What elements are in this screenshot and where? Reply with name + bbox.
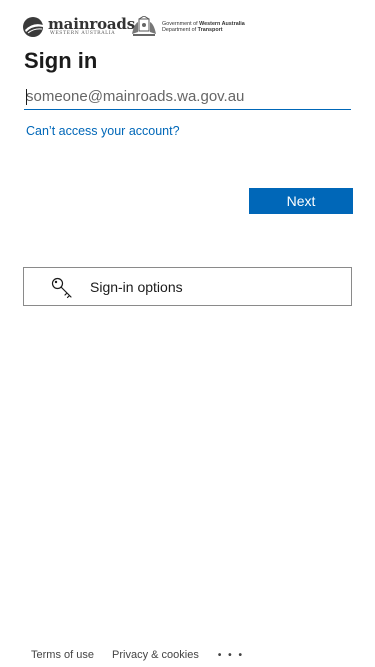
mainroads-wordmark: mainroads bbox=[48, 15, 135, 33]
dept-transport-text: Department of Transport bbox=[162, 27, 223, 33]
gov-line2-bold: Transport bbox=[197, 27, 223, 33]
signin-options-button[interactable]: Sign-in options bbox=[23, 267, 352, 306]
page-title: Sign in bbox=[24, 48, 98, 73]
mainroads-subtitle: WESTERN AUSTRALIA bbox=[50, 31, 116, 36]
email-input[interactable] bbox=[24, 84, 351, 110]
text-caret bbox=[26, 89, 27, 105]
more-options-button[interactable]: • • • bbox=[218, 650, 244, 661]
footer: Terms of use Privacy & cookies • • • bbox=[31, 649, 244, 661]
signin-options-label: Sign-in options bbox=[90, 279, 183, 295]
next-button[interactable]: Next bbox=[249, 188, 353, 214]
key-icon bbox=[51, 277, 72, 299]
mainroads-logo: mainroads WESTERN AUSTRALIA bbox=[22, 16, 135, 40]
gov-line2-prefix: Department of bbox=[162, 27, 198, 33]
terms-of-use-link[interactable]: Terms of use bbox=[31, 649, 94, 661]
header-logos: mainroads WESTERN AUSTRALIA Government o… bbox=[22, 16, 262, 40]
wa-crest-icon bbox=[132, 16, 156, 36]
cant-access-account-link[interactable]: Can’t access your account? bbox=[26, 124, 180, 138]
mainroads-emblem-icon bbox=[23, 17, 43, 37]
privacy-cookies-link[interactable]: Privacy & cookies bbox=[112, 649, 199, 661]
